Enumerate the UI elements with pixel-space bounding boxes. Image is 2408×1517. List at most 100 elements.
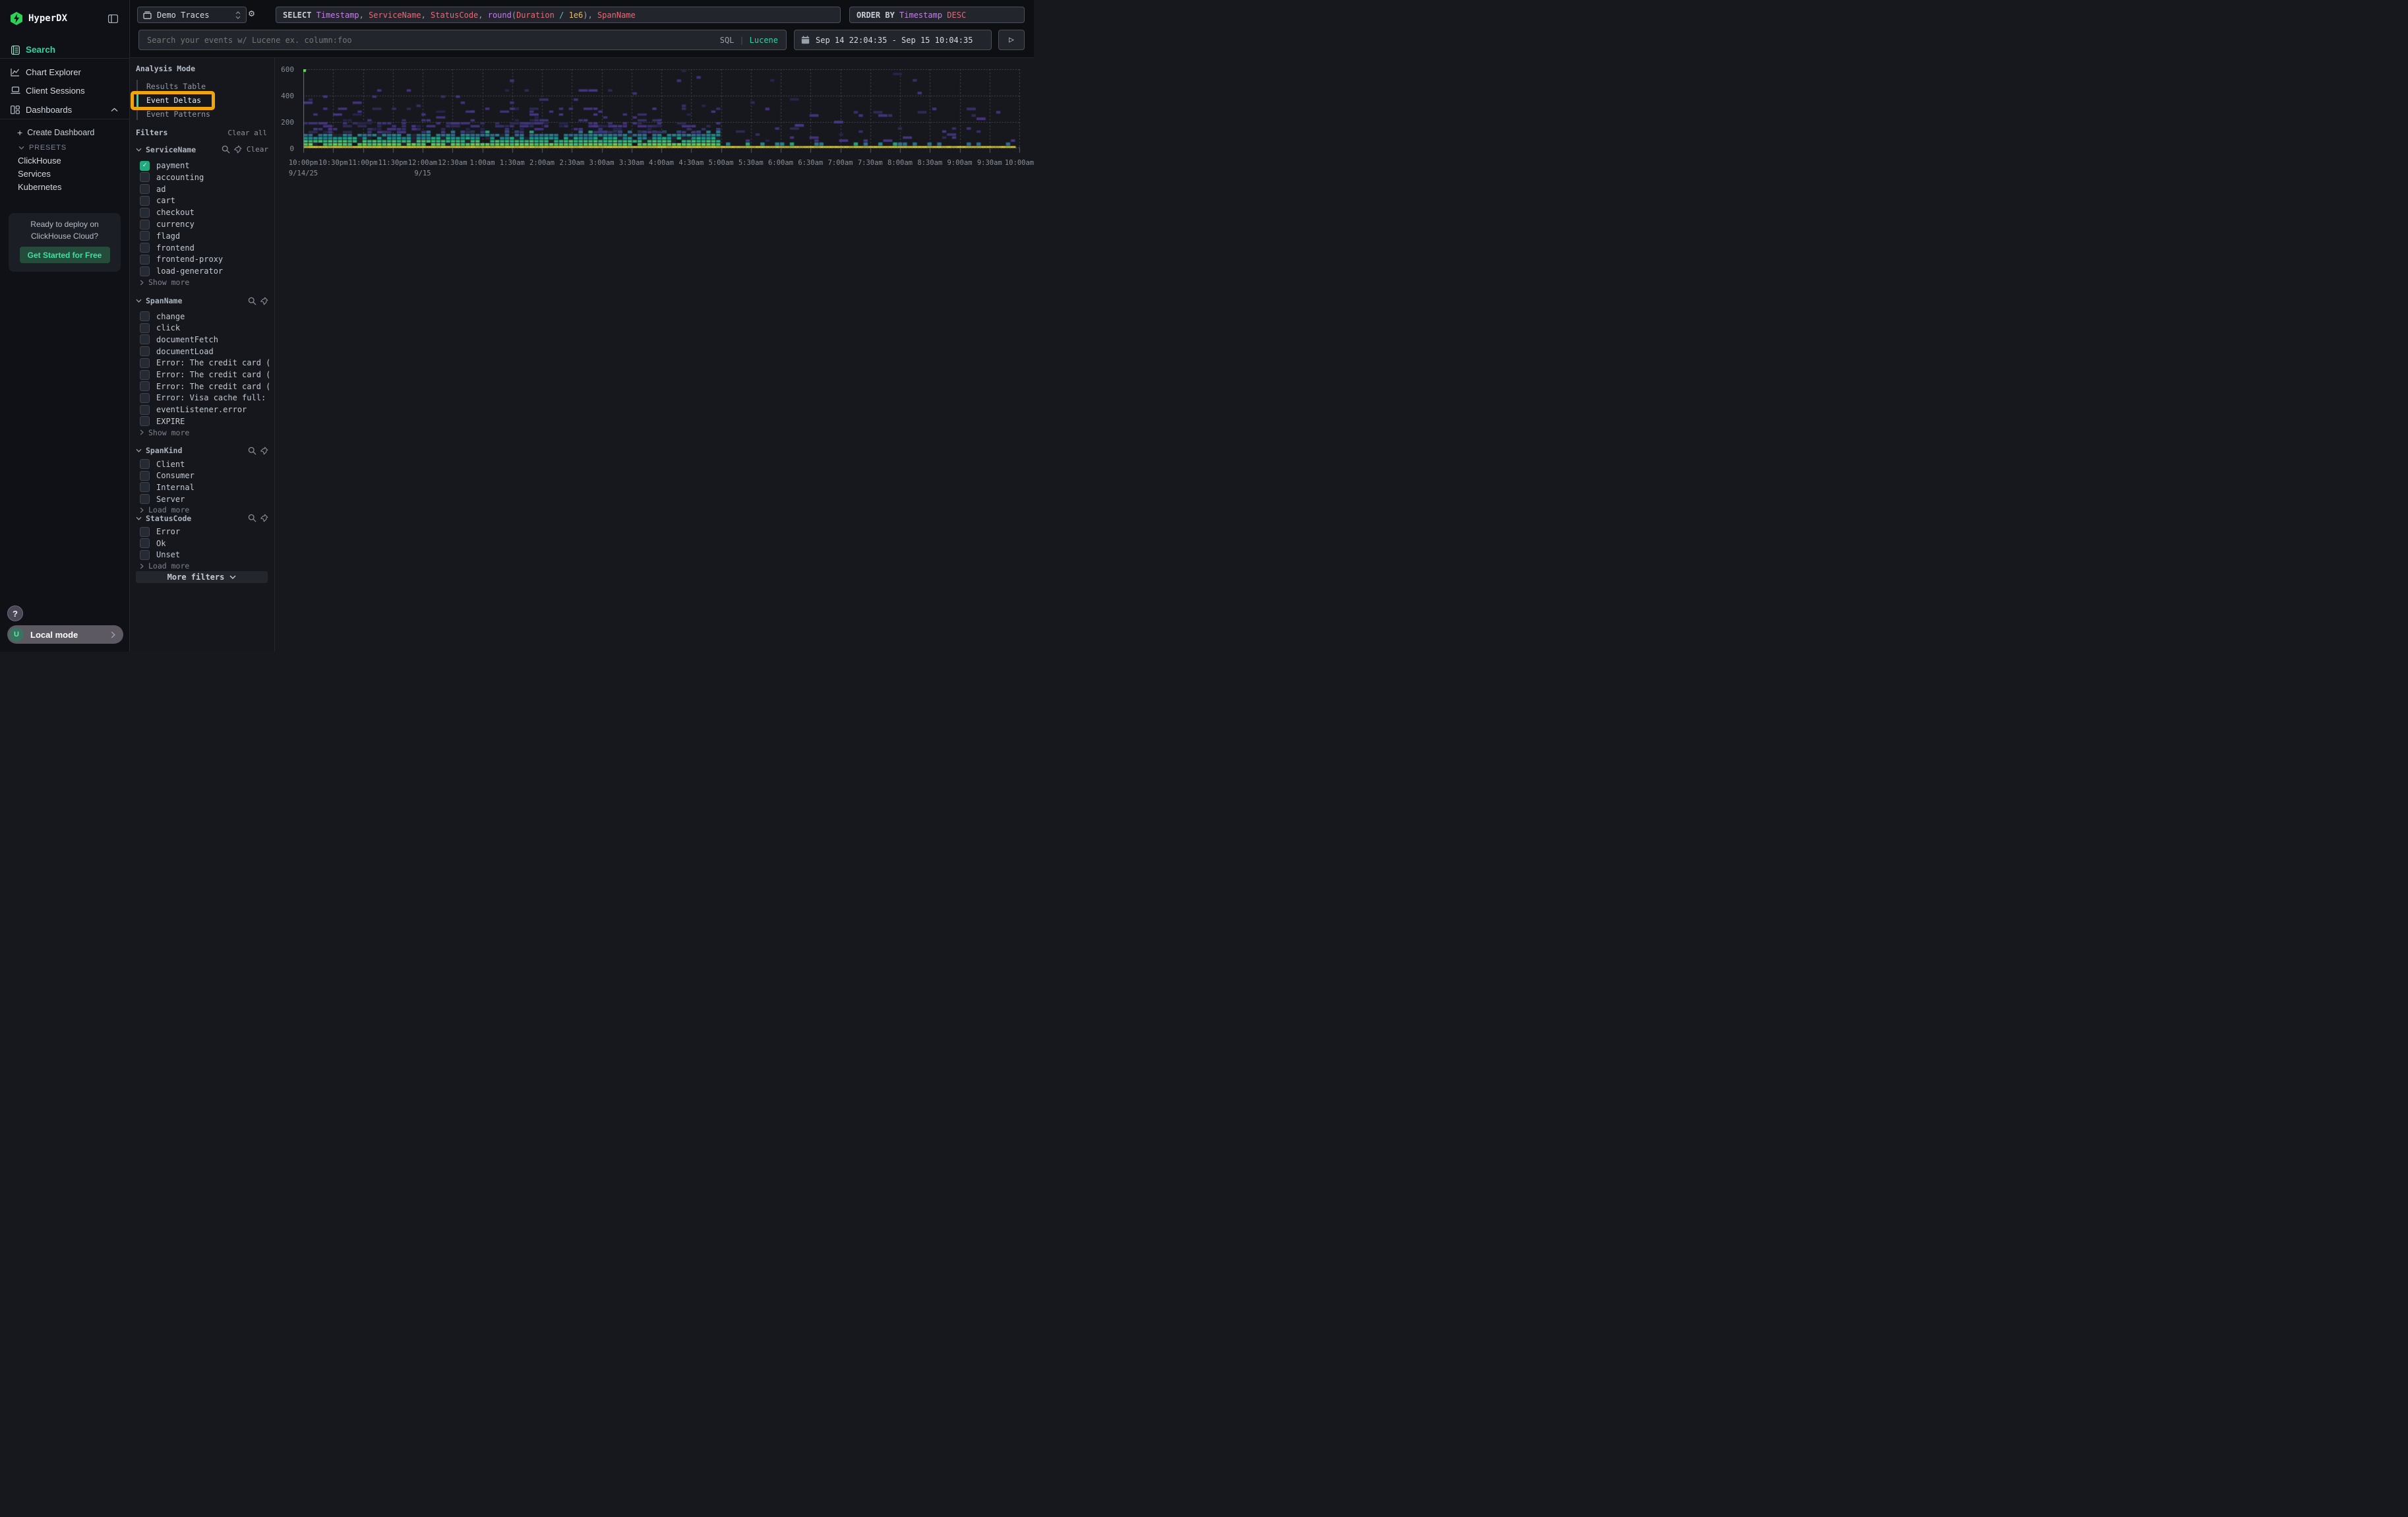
filter-option-spanname[interactable]: eventListener.error [140, 404, 269, 416]
checkbox[interactable] [140, 346, 150, 356]
filter-option-spanname[interactable]: Error: The credit card (… [140, 357, 269, 369]
checkbox[interactable] [140, 471, 150, 481]
checkbox[interactable] [140, 255, 150, 264]
checkbox[interactable] [140, 266, 150, 276]
sidebar-item-services[interactable]: Services [18, 169, 51, 179]
filter-option-servicename[interactable]: flagd [140, 230, 269, 241]
filter-option-spanname[interactable]: documentFetch [140, 334, 269, 345]
checkbox[interactable] [140, 172, 150, 182]
filter-section-header-statuscode[interactable]: StatusCode [136, 513, 268, 523]
section-search-icon[interactable] [248, 297, 256, 305]
filter-option-statuscode[interactable]: Error [140, 526, 269, 538]
filter-option-spankind[interactable]: Internal [140, 481, 269, 493]
section-search-icon[interactable] [222, 145, 230, 154]
sidebar-collapse-button[interactable] [108, 15, 118, 23]
presets-toggle[interactable]: PRESETS [18, 143, 67, 152]
checkbox[interactable] [140, 208, 150, 218]
run-query-button[interactable]: ▷ [998, 30, 1025, 50]
checkbox[interactable] [140, 323, 150, 333]
filter-section-header-spanname[interactable]: SpanName [136, 296, 268, 306]
filter-option-spanname[interactable]: Error: The credit card (… [140, 369, 269, 381]
filter-option-spanname[interactable]: Error: The credit card (… [140, 381, 269, 392]
checkbox[interactable] [140, 405, 150, 415]
checkbox[interactable] [140, 311, 150, 321]
checkbox[interactable] [140, 381, 150, 391]
more-filters-button[interactable]: More filters [136, 571, 268, 583]
filter-option-statuscode[interactable]: Unset [140, 549, 269, 561]
analysis-option-event-patterns[interactable]: Event Patterns [146, 109, 210, 119]
checkbox[interactable] [140, 527, 150, 537]
show-more-button[interactable]: Show more [140, 278, 189, 288]
filter-option-servicename[interactable]: checkout [140, 207, 269, 218]
filter-option-spanname[interactable]: EXPIRE [140, 416, 269, 427]
source-settings-button[interactable]: ⚙ [249, 9, 255, 18]
sidebar-item-chart-explorer[interactable]: Chart Explorer [0, 63, 130, 81]
checkbox[interactable] [140, 538, 150, 548]
section-pin-icon[interactable] [233, 145, 242, 154]
checkbox[interactable] [140, 196, 150, 206]
checkbox[interactable] [140, 220, 150, 230]
help-button[interactable]: ? [7, 605, 23, 621]
analysis-option-event-deltas[interactable]: Event Deltas [146, 96, 201, 105]
filter-option-spanname[interactable]: Error: Visa cache full: … [140, 392, 269, 404]
filter-option-spankind[interactable]: Client [140, 458, 269, 470]
section-clear-button[interactable]: Clear [247, 145, 268, 154]
section-search-icon[interactable] [248, 514, 256, 522]
load-more-button[interactable]: Load more [140, 561, 189, 571]
filter-option-statuscode[interactable]: Ok [140, 538, 269, 549]
filter-option-spankind[interactable]: Server [140, 493, 269, 505]
checkbox[interactable] [140, 550, 150, 560]
filter-option-servicename[interactable]: load-generator [140, 266, 269, 277]
filter-option-servicename[interactable]: accounting [140, 171, 269, 183]
analysis-option-results-table[interactable]: Results Table [146, 82, 206, 91]
checkbox[interactable] [140, 358, 150, 368]
checkbox[interactable] [140, 459, 150, 469]
sidebar-item-client-sessions[interactable]: Client Sessions [0, 81, 130, 100]
section-pin-icon[interactable] [260, 297, 268, 305]
time-range-picker[interactable]: Sep 14 22:04:35 - Sep 15 10:04:35 [794, 30, 992, 50]
checkbox[interactable] [140, 184, 150, 194]
search-bar: SQL | Lucene [138, 30, 787, 50]
filter-option-servicename[interactable]: currency [140, 219, 269, 230]
checkbox[interactable] [140, 393, 150, 403]
checkbox[interactable] [140, 482, 150, 492]
lucene-mode-toggle[interactable]: Lucene [750, 36, 778, 45]
duration-heatmap[interactable] [303, 69, 1020, 153]
checkbox[interactable] [140, 334, 150, 344]
clear-all-button[interactable]: Clear all [227, 129, 267, 137]
sidebar-item-search[interactable]: Search [0, 41, 130, 59]
source-select[interactable]: Demo Traces [137, 7, 247, 23]
checkbox[interactable] [140, 370, 150, 380]
sql-mode-toggle[interactable]: SQL [720, 36, 735, 45]
section-pin-icon[interactable] [260, 447, 268, 455]
sidebar-item-kubernetes[interactable]: Kubernetes [18, 182, 62, 192]
checkbox[interactable] [140, 231, 150, 241]
checkbox-checked[interactable] [140, 161, 150, 171]
filter-option-spanname[interactable]: change [140, 311, 269, 322]
sidebar-item-clickhouse[interactable]: ClickHouse [18, 156, 61, 166]
filter-section-header-spankind[interactable]: SpanKind [136, 446, 268, 456]
filter-option-servicename[interactable]: cart [140, 195, 269, 206]
checkbox[interactable] [140, 494, 150, 504]
search-input[interactable] [139, 30, 786, 49]
checkbox[interactable] [140, 243, 150, 253]
filter-option-servicename[interactable]: frontend [140, 242, 269, 253]
show-more-button[interactable]: Show more [140, 427, 189, 437]
order-by-input[interactable]: ORDER BY Timestamp DESC [849, 7, 1025, 23]
get-started-button[interactable]: Get Started for Free [20, 247, 110, 263]
account-menu[interactable]: U Local mode [7, 625, 123, 644]
sidebar-item-dashboards[interactable]: Dashboards [0, 100, 130, 119]
filter-section-header-servicename[interactable]: ServiceNameClear [136, 144, 268, 154]
checkbox[interactable] [140, 416, 150, 426]
section-pin-icon[interactable] [260, 514, 268, 522]
create-dashboard-button[interactable]: + Create Dashboard [17, 128, 94, 137]
filter-option-servicename[interactable]: frontend-proxy [140, 254, 269, 265]
filter-option-spanname[interactable]: documentLoad [140, 346, 269, 357]
filter-option-servicename[interactable]: ad [140, 183, 269, 195]
app-logo[interactable]: HyperDX [9, 11, 67, 26]
section-search-icon[interactable] [248, 447, 256, 455]
filter-option-servicename[interactable]: payment [140, 160, 269, 171]
filter-option-spanname[interactable]: click [140, 323, 269, 334]
select-clause-input[interactable]: SELECT Timestamp, ServiceName, StatusCod… [276, 7, 841, 23]
filter-option-spankind[interactable]: Consumer [140, 470, 269, 481]
